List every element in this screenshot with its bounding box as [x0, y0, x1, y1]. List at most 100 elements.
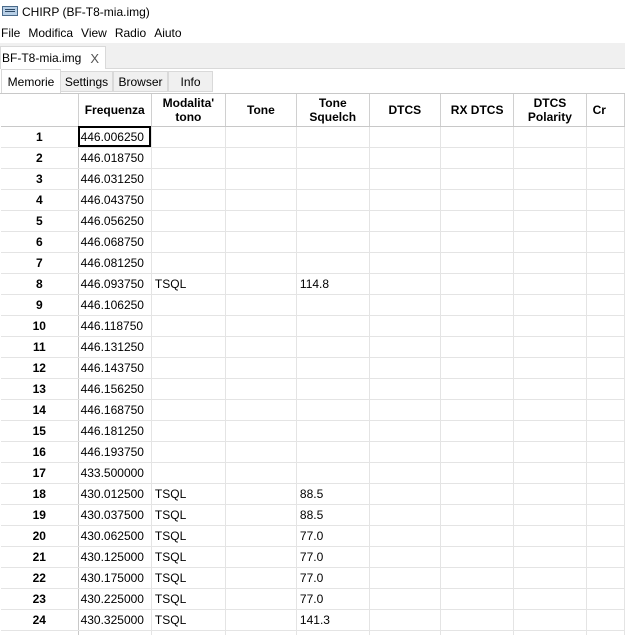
rx-dtcs-cell[interactable]: [440, 567, 515, 589]
tone-squelch-cell[interactable]: 77.0: [296, 546, 370, 568]
table-row[interactable]: 17 433.500000: [1, 462, 625, 484]
dtcs-polarity-cell[interactable]: [513, 609, 587, 631]
tab-settings[interactable]: Settings: [60, 71, 113, 92]
cross-mode-cell[interactable]: [586, 273, 625, 295]
tone-cell[interactable]: [225, 546, 297, 568]
tone-mode-cell[interactable]: [151, 294, 226, 316]
rx-dtcs-cell[interactable]: [440, 483, 515, 505]
rx-dtcs-cell[interactable]: [440, 588, 515, 610]
frequency-cell[interactable]: 446.156250: [78, 378, 152, 400]
row-number[interactable]: 11: [1, 336, 79, 358]
menu-modifica[interactable]: Modifica: [28, 26, 81, 40]
row-number[interactable]: 10: [1, 315, 79, 337]
rx-dtcs-cell[interactable]: [440, 462, 515, 484]
cross-mode-cell[interactable]: [586, 567, 625, 589]
row-number[interactable]: 3: [1, 168, 79, 190]
dtcs-polarity-cell[interactable]: [513, 378, 587, 400]
frequency-cell[interactable]: 430.037500: [78, 504, 152, 526]
dtcs-cell[interactable]: [369, 567, 442, 589]
dtcs-cell[interactable]: [369, 609, 442, 631]
dtcs-cell[interactable]: [369, 147, 442, 169]
tone-mode-cell[interactable]: [151, 378, 226, 400]
rx-dtcs-cell[interactable]: [440, 399, 515, 421]
tone-squelch-cell[interactable]: [296, 210, 370, 232]
tone-cell[interactable]: [225, 252, 297, 274]
cross-mode-cell[interactable]: [586, 504, 625, 526]
rx-dtcs-cell[interactable]: [440, 126, 515, 148]
row-number[interactable]: 8: [1, 273, 79, 295]
frequency-cell[interactable]: 446.093750: [78, 273, 152, 295]
row-number[interactable]: 1: [1, 126, 79, 148]
frequency-cell[interactable]: 433.500000: [78, 462, 152, 484]
row-number[interactable]: 21: [1, 546, 79, 568]
tone-mode-cell[interactable]: TSQL: [151, 630, 226, 635]
dtcs-cell[interactable]: [369, 462, 442, 484]
cross-mode-cell[interactable]: [586, 462, 625, 484]
table-row[interactable]: 3 446.031250: [1, 168, 625, 190]
row-number[interactable]: 25: [1, 630, 79, 635]
dtcs-polarity-cell[interactable]: [513, 315, 587, 337]
row-number[interactable]: 24: [1, 609, 79, 631]
tone-cell[interactable]: [225, 630, 297, 635]
tone-squelch-cell[interactable]: [296, 462, 370, 484]
cross-mode-cell[interactable]: [586, 546, 625, 568]
tone-squelch-cell[interactable]: 77.0: [296, 567, 370, 589]
dtcs-cell[interactable]: [369, 336, 442, 358]
dtcs-cell[interactable]: [369, 315, 442, 337]
frequency-cell[interactable]: 430.225000: [78, 588, 152, 610]
rx-dtcs-cell[interactable]: [440, 189, 515, 211]
tone-mode-cell[interactable]: TSQL: [151, 567, 226, 589]
dtcs-cell[interactable]: [369, 126, 442, 148]
dtcs-cell[interactable]: [369, 504, 442, 526]
row-number[interactable]: 4: [1, 189, 79, 211]
tone-squelch-cell[interactable]: [296, 294, 370, 316]
tone-cell[interactable]: [225, 441, 297, 463]
cross-mode-cell[interactable]: [586, 210, 625, 232]
frequency-cell[interactable]: 430.125000: [78, 546, 152, 568]
tone-squelch-cell[interactable]: [296, 189, 370, 211]
dtcs-cell[interactable]: [369, 420, 442, 442]
close-icon[interactable]: X: [90, 52, 99, 65]
tone-squelch-cell[interactable]: [296, 252, 370, 274]
dtcs-polarity-cell[interactable]: [513, 189, 587, 211]
dtcs-cell[interactable]: [369, 357, 442, 379]
rx-dtcs-cell[interactable]: [440, 525, 515, 547]
rx-dtcs-cell[interactable]: [440, 420, 515, 442]
row-number[interactable]: 23: [1, 588, 79, 610]
tone-mode-cell[interactable]: [151, 420, 226, 442]
dtcs-polarity-cell[interactable]: [513, 126, 587, 148]
tone-mode-cell[interactable]: TSQL: [151, 504, 226, 526]
cross-mode-cell[interactable]: [586, 294, 625, 316]
frequency-cell[interactable]: 446.031250: [78, 168, 152, 190]
tone-mode-cell[interactable]: [151, 231, 226, 253]
frequency-cell[interactable]: 446.106250: [78, 294, 152, 316]
cross-mode-cell[interactable]: [586, 315, 625, 337]
tone-mode-cell[interactable]: [151, 126, 226, 148]
table-row[interactable]: 12 446.143750: [1, 357, 625, 379]
row-number[interactable]: 7: [1, 252, 79, 274]
rx-dtcs-cell[interactable]: [440, 546, 515, 568]
frequency-cell[interactable]: 446.043750: [78, 189, 152, 211]
row-number[interactable]: 16: [1, 441, 79, 463]
tone-mode-cell[interactable]: [151, 462, 226, 484]
rx-dtcs-cell[interactable]: [440, 315, 515, 337]
row-number[interactable]: 18: [1, 483, 79, 505]
rx-dtcs-cell[interactable]: [440, 357, 515, 379]
dtcs-polarity-cell[interactable]: [513, 336, 587, 358]
tone-mode-cell[interactable]: TSQL: [151, 525, 226, 547]
rx-dtcs-cell[interactable]: [440, 252, 515, 274]
cross-mode-cell[interactable]: [586, 483, 625, 505]
tone-squelch-cell[interactable]: 88.5: [296, 483, 370, 505]
frequency-cell[interactable]: 430.375000: [78, 630, 152, 635]
table-row[interactable]: 6 446.068750: [1, 231, 625, 253]
dtcs-polarity-cell[interactable]: [513, 462, 587, 484]
dtcs-polarity-cell[interactable]: [513, 273, 587, 295]
tab-memorie[interactable]: Memorie: [1, 69, 61, 93]
frequency-cell[interactable]: 446.006250: [78, 126, 152, 148]
tone-mode-cell[interactable]: [151, 399, 226, 421]
tone-squelch-cell[interactable]: [296, 420, 370, 442]
frequency-cell[interactable]: 430.012500: [78, 483, 152, 505]
frequency-cell[interactable]: 430.062500: [78, 525, 152, 547]
rx-dtcs-cell[interactable]: [440, 441, 515, 463]
tone-mode-cell[interactable]: [151, 315, 226, 337]
